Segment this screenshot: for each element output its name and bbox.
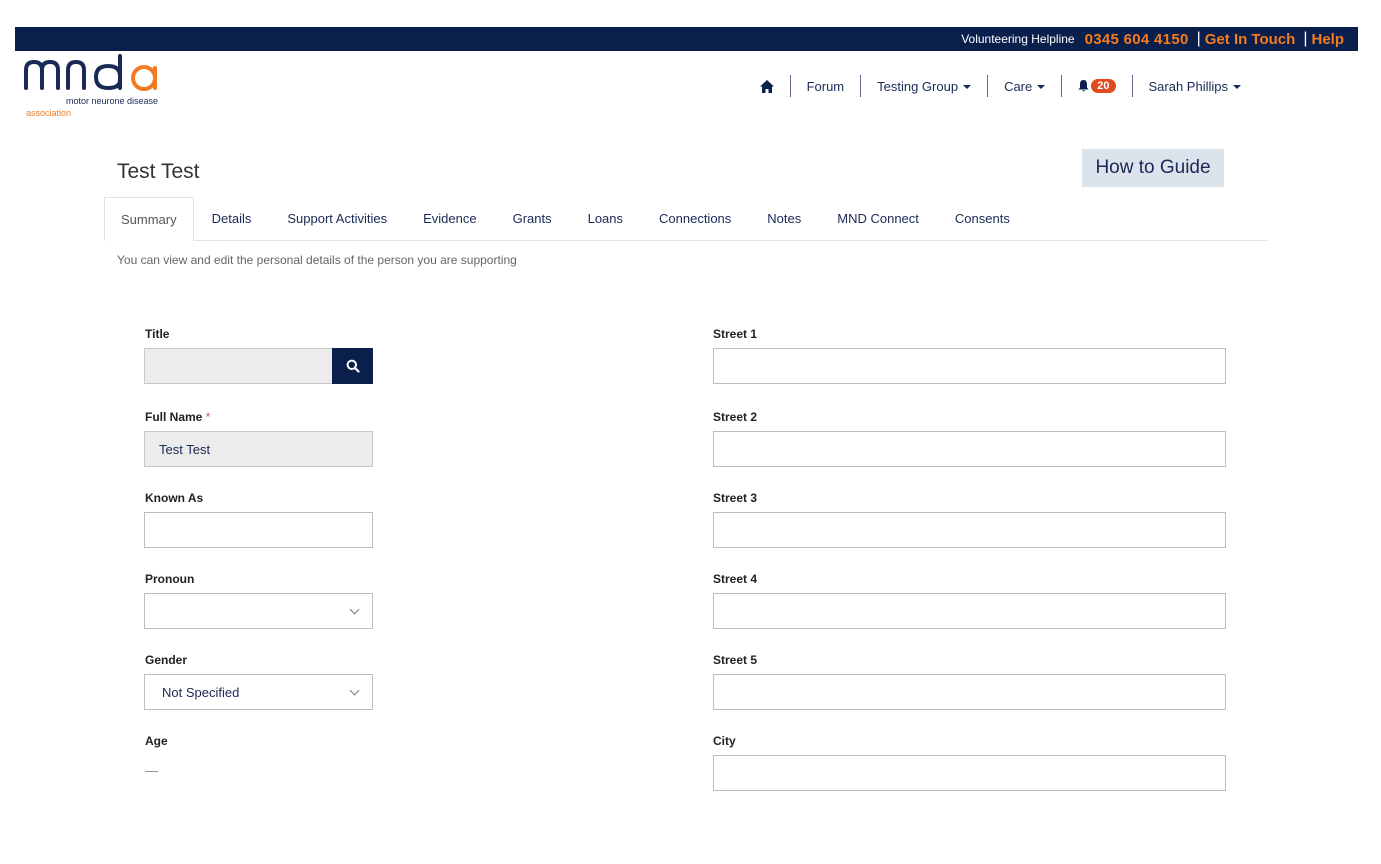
caret-down-icon bbox=[963, 85, 972, 89]
page-subtitle: You can view and edit the personal detai… bbox=[117, 253, 517, 267]
page-title: Test Test bbox=[117, 160, 200, 183]
gender-select[interactable]: Not Specified bbox=[144, 674, 373, 710]
street-3-input[interactable] bbox=[713, 512, 1226, 548]
get-in-touch-link[interactable]: Get In Touch bbox=[1205, 31, 1296, 48]
nav-divider bbox=[1061, 75, 1063, 97]
help-link[interactable]: Help bbox=[1311, 31, 1344, 48]
street-2-input[interactable] bbox=[713, 431, 1226, 467]
gender-label: Gender bbox=[145, 653, 188, 667]
gender-selected-value: Not Specified bbox=[162, 684, 240, 700]
street-1-input[interactable] bbox=[713, 348, 1226, 384]
nav-testing-group-label: Testing Group bbox=[877, 78, 959, 94]
helpline-phone[interactable]: 0345 604 4150 bbox=[1085, 31, 1189, 48]
known-as-label: Known As bbox=[145, 491, 204, 505]
chevron-down-icon bbox=[349, 604, 360, 614]
record-tabs: Summary Details Support Activities Evide… bbox=[104, 197, 1268, 241]
logo-tagline: motor neurone disease bbox=[66, 96, 159, 106]
known-as-input[interactable] bbox=[144, 512, 373, 548]
top-utility-links: Volunteering Helpline 0345 604 4150 | Ge… bbox=[961, 27, 1344, 51]
street-2-label: Street 2 bbox=[713, 410, 758, 424]
pronoun-select[interactable] bbox=[144, 593, 373, 629]
home-icon bbox=[759, 79, 774, 93]
street-1-label: Street 1 bbox=[713, 327, 758, 341]
street-5-label: Street 5 bbox=[713, 653, 758, 667]
tab-notes[interactable]: Notes bbox=[749, 197, 819, 240]
tab-mnd-connect[interactable]: MND Connect bbox=[819, 197, 937, 240]
street-5-input[interactable] bbox=[713, 674, 1226, 710]
nav-divider bbox=[789, 75, 791, 97]
nav-divider bbox=[1131, 75, 1133, 97]
nav-forum[interactable]: Forum bbox=[791, 79, 861, 94]
tab-connections[interactable]: Connections bbox=[641, 197, 749, 240]
street-4-input[interactable] bbox=[713, 593, 1226, 629]
tab-details[interactable]: Details bbox=[194, 197, 270, 240]
tab-loans[interactable]: Loans bbox=[570, 197, 641, 240]
age-label: Age bbox=[145, 734, 168, 748]
chevron-down-icon bbox=[349, 685, 360, 695]
caret-down-icon bbox=[1233, 85, 1241, 89]
main-navigation: Forum Testing Group Care 20 Sarah Philli… bbox=[744, 72, 1257, 100]
nav-user-name: Sarah Phillips bbox=[1148, 78, 1229, 94]
notification-count-badge: 20 bbox=[1091, 79, 1116, 93]
city-input[interactable] bbox=[713, 755, 1226, 791]
title-input[interactable] bbox=[144, 348, 333, 384]
mnda-logo-mark bbox=[24, 54, 157, 91]
tab-evidence[interactable]: Evidence bbox=[405, 197, 494, 240]
tab-summary[interactable]: Summary bbox=[104, 197, 194, 241]
nav-user-menu[interactable]: Sarah Phillips bbox=[1133, 79, 1258, 94]
nav-notifications[interactable]: 20 bbox=[1062, 79, 1131, 93]
tab-grants[interactable]: Grants bbox=[495, 197, 570, 240]
required-marker: * bbox=[205, 410, 211, 424]
title-label: Title bbox=[145, 327, 170, 341]
divider: | bbox=[1196, 30, 1201, 47]
how-to-guide-button[interactable]: How to Guide bbox=[1082, 149, 1224, 187]
title-lookup-button[interactable] bbox=[332, 348, 373, 384]
helpline-label: Volunteering Helpline bbox=[961, 32, 1075, 46]
nav-testing-group[interactable]: Testing Group bbox=[861, 79, 987, 94]
nav-care[interactable]: Care bbox=[988, 79, 1061, 94]
tab-consents[interactable]: Consents bbox=[937, 197, 1028, 240]
caret-down-icon bbox=[1037, 85, 1046, 89]
logo-tagline-association: association bbox=[26, 108, 72, 118]
top-utility-bar: Volunteering Helpline 0345 604 4150 | Ge… bbox=[15, 27, 1358, 51]
mnda-logo[interactable]: motor neurone disease association bbox=[22, 52, 212, 122]
nav-home[interactable] bbox=[744, 79, 790, 93]
age-value: — bbox=[145, 763, 158, 778]
tab-support-activities[interactable]: Support Activities bbox=[269, 197, 405, 240]
bell-icon bbox=[1078, 80, 1089, 92]
full-name-input[interactable] bbox=[144, 431, 373, 467]
nav-divider bbox=[987, 75, 989, 97]
street-3-label: Street 3 bbox=[713, 491, 758, 505]
full-name-label: Full Name * bbox=[145, 410, 210, 424]
search-icon bbox=[346, 359, 360, 373]
pronoun-label: Pronoun bbox=[145, 572, 195, 586]
city-label: City bbox=[713, 734, 736, 748]
divider: | bbox=[1303, 30, 1308, 47]
full-name-label-text: Full Name bbox=[145, 410, 203, 424]
nav-care-label: Care bbox=[1004, 78, 1033, 94]
street-4-label: Street 4 bbox=[713, 572, 758, 586]
nav-divider bbox=[860, 75, 862, 97]
